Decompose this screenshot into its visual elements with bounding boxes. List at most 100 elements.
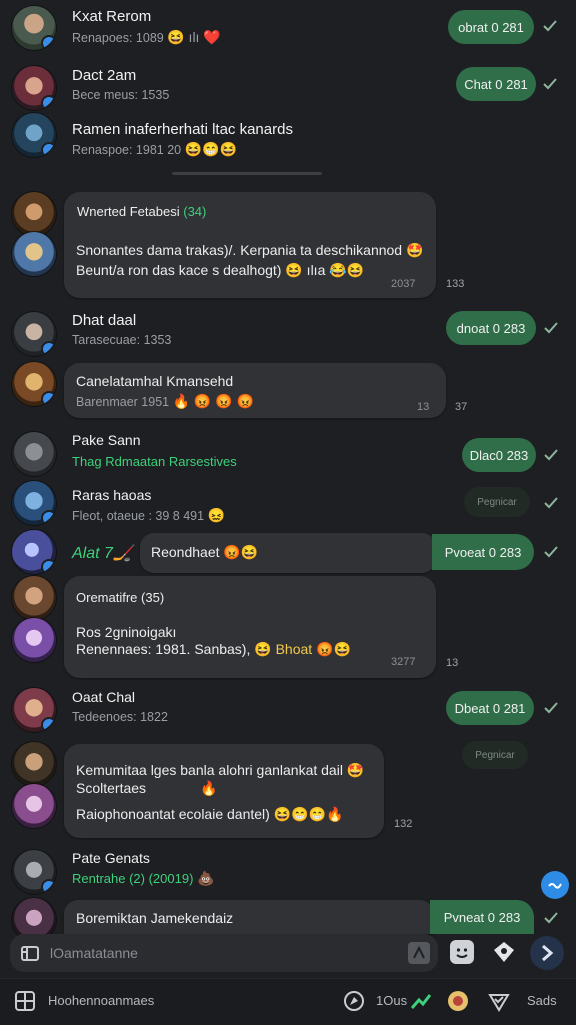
online-badge-icon xyxy=(41,142,56,157)
scroll-down-button[interactable] xyxy=(541,871,569,899)
bottom-toolbar: Hoohennoanmaes 1Ous Sads xyxy=(0,978,576,1025)
message-line: Renennaes: 1981. Sanbas), 😆 Bhoat 😡😆 xyxy=(76,641,351,657)
message-composer[interactable]: lOamatatanne xyxy=(10,934,438,972)
message-line: Raiophonoantat ecolaie dantel) 😆😁😁🔥 xyxy=(76,806,344,822)
avatar[interactable] xyxy=(12,232,56,276)
conversation-preview: Rentrahe (2) (20019) 💩 xyxy=(72,870,215,886)
message-sender: Wnerted Fetabesi (34) xyxy=(77,204,207,219)
avatar[interactable] xyxy=(12,66,56,110)
avatar[interactable] xyxy=(12,192,56,236)
online-badge-icon xyxy=(41,559,56,574)
bottom-label[interactable]: Hoohennoanmaes xyxy=(48,993,154,1008)
chat-status-pill[interactable]: Pegnicar xyxy=(464,487,530,517)
conversation-preview: Thag Rdmaatan Rarsestives xyxy=(72,454,237,469)
avatar[interactable] xyxy=(12,113,56,157)
read-check-icon xyxy=(543,78,557,90)
message-input[interactable]: lOamatatanne xyxy=(50,945,138,961)
chat-status-pill[interactable]: Pegnicar xyxy=(462,741,528,769)
chat-status-pill[interactable]: Dbeat 0 281 xyxy=(446,691,534,725)
online-badge-icon xyxy=(41,717,56,732)
avatar[interactable] xyxy=(12,742,56,786)
conversation-preview: Renapoes: 1089 😆 ılı ❤️ xyxy=(72,29,221,45)
message-subline: Barenmaer 1951 🔥 😡 😡 😡 xyxy=(76,393,255,409)
avatar[interactable] xyxy=(12,530,56,574)
message-line: Scoltertaes 🔥 xyxy=(76,780,218,796)
online-badge-icon xyxy=(41,879,56,894)
message-bubble[interactable]: Wnerted Fetabesi (34) Snonantes dama tra… xyxy=(64,192,436,298)
message-text: Canelatamhal Kmansehd xyxy=(76,373,234,389)
read-check-icon xyxy=(543,20,557,32)
read-check-icon xyxy=(544,322,558,334)
chat-status-pill[interactable]: Pvoeat 0 283 xyxy=(432,534,534,570)
bottom-item-label[interactable]: 1Ous xyxy=(376,993,407,1008)
avatar[interactable] xyxy=(12,576,56,620)
read-check-icon xyxy=(544,497,558,509)
sticker-icon[interactable] xyxy=(408,942,430,964)
game-icon[interactable] xyxy=(492,940,516,964)
message-count: 132 xyxy=(394,818,413,830)
conversation-name: Dact 2am xyxy=(72,67,137,84)
message-sender: Alat 7🏒 xyxy=(72,545,133,562)
message-bubble[interactable]: Orematifre (35) Ros 2gninoigakı Renennae… xyxy=(64,576,436,678)
conversation-name: Pate Genats xyxy=(72,850,150,866)
online-badge-icon xyxy=(41,35,56,50)
online-badge-icon xyxy=(41,95,56,110)
conversation-preview: Tarasecuae: 1353 xyxy=(72,333,172,347)
badge-icon[interactable] xyxy=(446,989,470,1013)
conversation-preview: Renaspoe: 1981 20 😆😁😆 xyxy=(72,141,237,157)
read-check-icon xyxy=(544,449,558,461)
conversation-name: Pake Sann xyxy=(72,432,141,448)
online-badge-icon xyxy=(41,391,56,406)
avatar[interactable] xyxy=(12,432,56,476)
message-line: Ros 2gninoigakı xyxy=(76,624,177,640)
avatar[interactable] xyxy=(12,362,56,406)
emoji-icon[interactable] xyxy=(450,940,474,964)
chat-status-pill[interactable]: Chat 0 281 xyxy=(456,67,536,101)
avatar[interactable] xyxy=(12,618,56,662)
conversation-preview: Fleot, otaeue : 39 8 491 😖 xyxy=(72,507,225,523)
message-bubble[interactable]: Canelatamhal Kmansehd Barenmaer 1951 🔥 😡… xyxy=(64,363,446,418)
read-check-icon xyxy=(544,702,558,714)
conversation-name: Ramen inaferherhati ltac kanards xyxy=(72,121,293,138)
chat-status-pill[interactable]: Pvneat 0 283 xyxy=(430,900,534,934)
grid-icon[interactable] xyxy=(14,990,36,1012)
message-count: 133 xyxy=(446,278,465,290)
message-sender: Orematifre (35) xyxy=(76,590,165,605)
message-bubble[interactable]: Kemumitaa lges banla alohri ganlankat da… xyxy=(64,744,384,838)
avatar[interactable] xyxy=(12,481,56,525)
check-badge-icon[interactable] xyxy=(488,990,510,1012)
conversation-preview: Bece meus: 1535 xyxy=(72,88,170,102)
message-bubble[interactable]: Boremiktan Jamekendaiz xyxy=(64,900,434,934)
avatar[interactable] xyxy=(12,6,56,50)
message-line: Kemumitaa lges banla alohri ganlankat da… xyxy=(76,762,365,778)
wave-icon xyxy=(548,883,562,889)
conversation-preview: Tedeenoes: 1822 xyxy=(72,710,168,724)
chat-status-pill[interactable]: Dlac0 283 xyxy=(462,438,536,472)
send-icon xyxy=(542,944,554,962)
online-badge-icon xyxy=(41,510,56,525)
message-text: Reondhaet 😡😆 xyxy=(151,544,259,560)
send-button[interactable] xyxy=(530,936,564,970)
message-time: 2037 xyxy=(391,278,416,290)
bottom-item-label[interactable]: Sads xyxy=(527,993,557,1008)
chat-status-pill[interactable]: dnoat 0 283 xyxy=(446,311,536,345)
conversation-name: Oaat Chal xyxy=(72,689,136,705)
message-bubble[interactable]: Reondhaet 😡😆 xyxy=(140,533,436,573)
read-check-icon xyxy=(544,912,558,924)
conversation-name: Raras haoas xyxy=(72,487,152,503)
trend-icon[interactable] xyxy=(410,990,432,1012)
message-line: Beunt/a ron das kace s dealhogt) 😆 ılıa … xyxy=(76,262,365,278)
compass-icon[interactable] xyxy=(343,990,365,1012)
conversation-name: Kxat Rerom xyxy=(72,8,152,25)
online-badge-icon xyxy=(41,341,56,356)
message-count: 13 xyxy=(446,657,459,669)
attach-icon[interactable] xyxy=(20,943,40,963)
avatar[interactable] xyxy=(12,850,56,894)
message-time: 13 xyxy=(417,401,430,413)
avatar[interactable] xyxy=(12,312,56,356)
avatar[interactable] xyxy=(12,784,56,828)
chat-status-pill[interactable]: obrat 0 281 xyxy=(448,10,534,44)
avatar[interactable] xyxy=(12,688,56,732)
message-line: Snonantes dama trakas)/. Kerpania ta des… xyxy=(76,242,424,258)
message-time: 3277 xyxy=(391,656,416,668)
